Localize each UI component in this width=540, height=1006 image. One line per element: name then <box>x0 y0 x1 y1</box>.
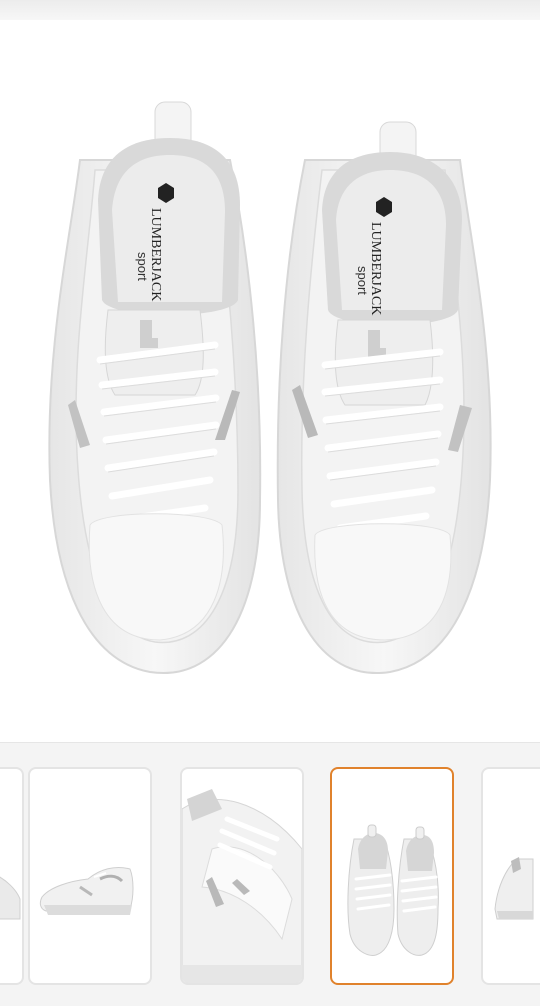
svg-text:sport: sport <box>355 266 370 295</box>
thumbnail-image <box>0 876 21 920</box>
product-main-image[interactable]: LUMBERJACK sport LUMBERJACK sport <box>0 20 540 740</box>
thumbnail-3[interactable] <box>180 767 304 985</box>
top-bar <box>0 0 540 20</box>
thumbnail-strip[interactable] <box>0 742 540 1006</box>
sneaker-pair-top-view: LUMBERJACK sport LUMBERJACK sport <box>48 101 492 675</box>
thumbnail-image <box>494 857 534 920</box>
svg-text:sport: sport <box>135 252 150 281</box>
right-shoe: LUMBERJACK sport <box>276 121 492 675</box>
thumbnail-image <box>39 866 134 915</box>
thumbnail-image <box>182 789 302 983</box>
thumbnail-2[interactable] <box>28 767 152 985</box>
thumb-left-shoe <box>347 824 395 956</box>
thumbnail-image <box>347 824 439 956</box>
thumbnail-4-selected[interactable] <box>330 767 454 985</box>
thumb-right-shoe <box>396 826 439 956</box>
thumbnail-5[interactable] <box>481 767 540 985</box>
left-shoe: LUMBERJACK sport <box>48 101 262 675</box>
thumbnail-1[interactable] <box>0 767 24 985</box>
